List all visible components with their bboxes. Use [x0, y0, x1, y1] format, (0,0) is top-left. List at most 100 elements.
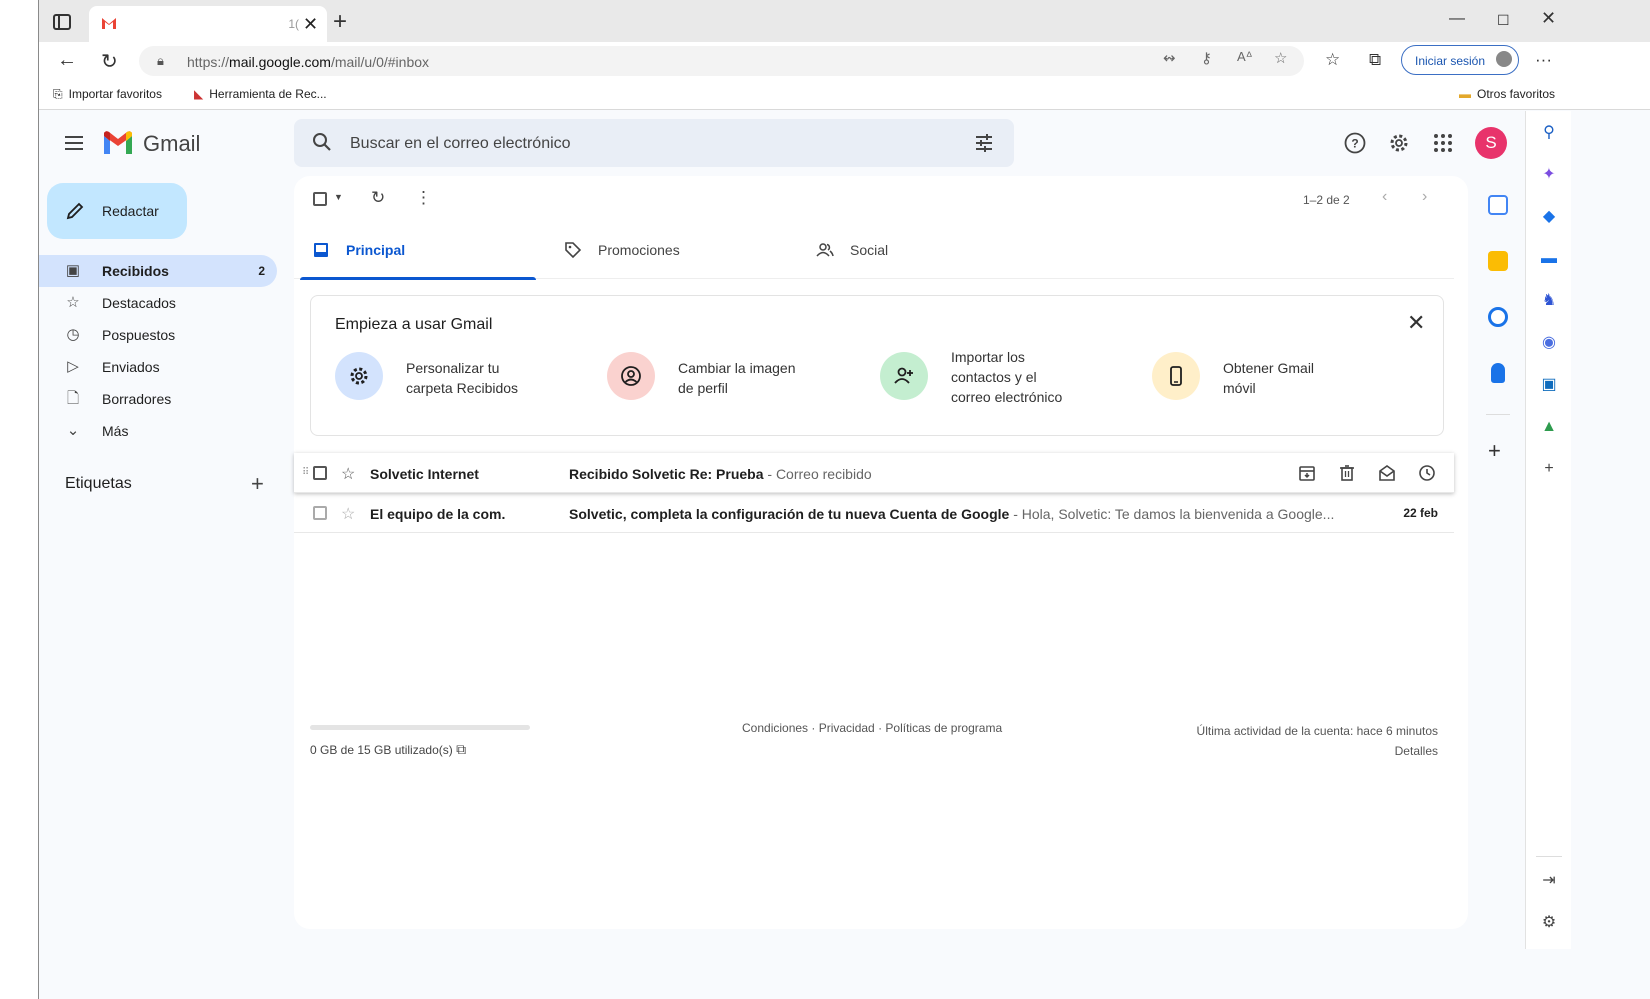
copilot-icon[interactable]: ✦	[1540, 166, 1558, 184]
search-icon[interactable]: ⚲	[1540, 124, 1558, 142]
nav-item-starred[interactable]: ☆ Destacados	[39, 287, 277, 319]
gmail-app: Gmail Buscar en el correo electrónico ? …	[39, 111, 1525, 949]
calendar-icon[interactable]	[1488, 195, 1508, 215]
email-checkbox[interactable]	[313, 506, 327, 520]
add-app-icon[interactable]: +	[1488, 438, 1501, 464]
storage-bar	[310, 725, 530, 730]
gs-import-contacts[interactable]: Importar los contactos y el correo elect…	[880, 349, 1150, 412]
star-icon[interactable]: ☆	[341, 504, 355, 524]
read-aloud-icon[interactable]: Aᐞ	[1237, 49, 1253, 65]
keep-icon[interactable]	[1488, 251, 1508, 271]
email-row[interactable]: ☆ El equipo de la com. Solvetic, complet…	[294, 493, 1454, 533]
star-icon: ☆	[66, 294, 80, 311]
more-actions-icon[interactable]: ⋮	[415, 188, 432, 208]
drag-handle-icon[interactable]: ⠿	[302, 467, 309, 478]
search-bar[interactable]: Buscar en el correo electrónico	[294, 119, 1014, 167]
trash-icon[interactable]	[1338, 464, 1356, 482]
folder-icon: ▬	[1459, 87, 1471, 101]
import-icon: ⎘	[53, 87, 63, 101]
svg-text:?: ?	[1351, 137, 1358, 151]
add-favorite-icon[interactable]: ☆	[1274, 49, 1287, 67]
tasks-icon[interactable]	[1488, 307, 1508, 327]
add-label-icon[interactable]: +	[251, 471, 264, 497]
snooze-icon[interactable]	[1418, 464, 1436, 482]
drop-icon[interactable]: ▲	[1540, 418, 1558, 436]
search-input[interactable]: Buscar en el correo electrónico	[350, 135, 571, 153]
star-icon[interactable]: ☆	[341, 464, 355, 484]
other-favorites[interactable]: ▬ Otros favoritos	[1459, 87, 1555, 101]
refresh-icon[interactable]: ↻	[371, 188, 385, 208]
gs-customize-inbox[interactable]: Personalizar tu carpeta Recibidos	[335, 352, 605, 412]
browser-tab[interactable]: 1( ✕	[89, 6, 327, 42]
prev-page-icon[interactable]: ‹	[1382, 188, 1387, 206]
hide-sidebar-icon[interactable]: ⇥	[1540, 872, 1558, 890]
email-row[interactable]: ⠿ ☆ Solvetic Internet Recibido Solvetic …	[294, 453, 1454, 493]
search-options-icon[interactable]	[974, 133, 994, 153]
storage-text[interactable]: 0 GB de 15 GB utilizado(s) ⧉	[310, 741, 466, 758]
close-icon[interactable]: ✕	[1407, 310, 1425, 336]
account-avatar[interactable]: S	[1475, 127, 1507, 159]
nav-item-more[interactable]: ⌄ Más	[39, 415, 277, 447]
archive-icon[interactable]	[1298, 464, 1316, 482]
back-icon[interactable]: ←	[57, 49, 77, 72]
inbox-count: 2	[258, 264, 265, 278]
new-tab-icon[interactable]: +	[333, 8, 347, 36]
apps-grid-icon[interactable]	[1432, 132, 1454, 154]
profile-icon	[1496, 51, 1512, 67]
tab-social[interactable]: Social	[798, 221, 1004, 279]
email-sender: Solvetic Internet	[370, 466, 479, 482]
key-icon[interactable]: ⚷	[1201, 49, 1212, 67]
tab-actions-icon[interactable]	[53, 14, 71, 30]
nav-item-sent[interactable]: ▷ Enviados	[39, 351, 277, 383]
footer-links[interactable]: Condiciones · Privacidad · Políticas de …	[742, 721, 1002, 735]
settings-icon[interactable]	[1388, 132, 1410, 154]
tab-promociones[interactable]: Promociones	[546, 221, 788, 279]
shopping-icon[interactable]: ◆	[1540, 208, 1558, 226]
microsoft365-icon[interactable]: ◉	[1540, 334, 1558, 352]
search-icon[interactable]	[312, 132, 332, 152]
sidebar-settings-icon[interactable]: ⚙	[1540, 914, 1558, 932]
compose-button[interactable]: Redactar	[47, 183, 187, 239]
gear-icon	[335, 352, 383, 400]
tab-strip: 1( ✕ + — ☐ ✕	[39, 0, 1650, 42]
tools-icon[interactable]: ▬	[1540, 250, 1558, 268]
help-icon[interactable]: ?	[1344, 132, 1366, 154]
next-page-icon[interactable]: ›	[1422, 188, 1427, 206]
reader-icon[interactable]: ↭	[1163, 49, 1176, 67]
address-bar[interactable]: 🔒︎ https://mail.google.com/mail/u/0/#inb…	[139, 46, 1304, 76]
select-all-checkbox[interactable]	[313, 192, 327, 206]
gs-change-photo[interactable]: Cambiar la imagen de perfil	[607, 352, 877, 412]
mark-read-icon[interactable]	[1378, 464, 1396, 482]
chevron-down-icon: ⌄	[66, 422, 80, 439]
details-link[interactable]: Detalles	[1197, 741, 1438, 761]
contacts-icon[interactable]	[1491, 363, 1505, 383]
maximize-icon[interactable]: ☐	[1497, 12, 1510, 29]
inbox-icon	[314, 243, 328, 257]
more-menu-icon[interactable]: ···	[1535, 50, 1552, 70]
gs-get-mobile[interactable]: Obtener Gmail móvil	[1152, 352, 1422, 412]
add-sidebar-app-icon[interactable]: +	[1540, 460, 1558, 478]
reload-icon[interactable]: ↻	[101, 49, 118, 74]
nav-item-inbox[interactable]: ▣ Recibidos 2	[39, 255, 277, 287]
favorites-icon[interactable]: ☆	[1325, 50, 1340, 70]
lock-icon: 🔒︎	[157, 53, 164, 68]
bookmark-tool[interactable]: ◣ Herramienta de Rec...	[194, 87, 327, 101]
bookmark-import[interactable]: ⎘ Importar favoritos	[53, 87, 162, 102]
people-icon	[816, 243, 834, 257]
select-dropdown-icon[interactable]: ▼	[334, 192, 343, 202]
outlook-icon[interactable]: ▣	[1540, 376, 1558, 394]
external-link-icon[interactable]: ⧉	[456, 741, 466, 757]
window-close-icon[interactable]: ✕	[1541, 8, 1556, 29]
nav-item-drafts[interactable]: 🗋︎ Borradores	[39, 383, 277, 415]
collections-icon[interactable]: ⧉	[1369, 50, 1381, 70]
minimize-icon[interactable]: —	[1449, 10, 1465, 28]
pencil-icon	[66, 202, 84, 220]
tab-close-icon[interactable]: ✕	[303, 14, 318, 35]
tag-icon	[565, 242, 582, 259]
signin-button[interactable]: Iniciar sesión	[1401, 45, 1519, 75]
tab-principal[interactable]: Principal	[294, 221, 536, 280]
games-icon[interactable]: ♞	[1540, 292, 1558, 310]
nav-item-snoozed[interactable]: ◷ Pospuestos	[39, 319, 277, 351]
main-menu-icon[interactable]	[65, 136, 83, 150]
email-checkbox[interactable]	[313, 466, 327, 480]
